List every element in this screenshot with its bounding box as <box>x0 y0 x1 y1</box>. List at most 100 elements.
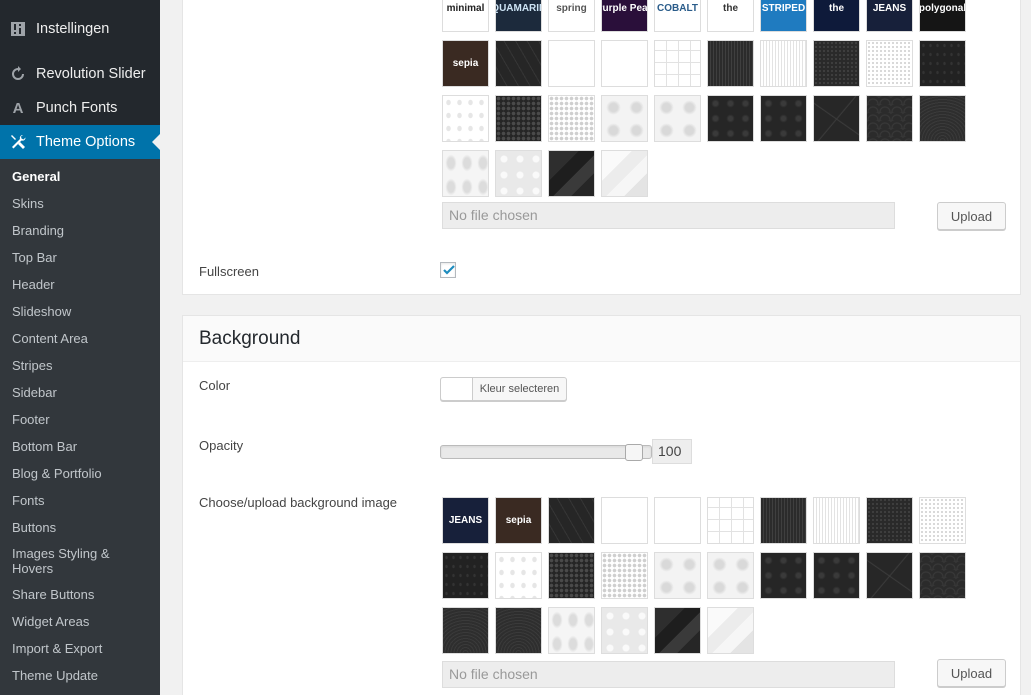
texture-swatch[interactable] <box>919 552 966 599</box>
submenu-item-branding[interactable]: Branding <box>0 217 160 244</box>
texture-swatch[interactable] <box>601 95 648 142</box>
texture-swatch[interactable] <box>919 40 966 87</box>
submenu-item-share-buttons[interactable]: Share Buttons <box>0 581 160 608</box>
submenu-item-skins[interactable]: Skins <box>0 190 160 217</box>
texture-swatch[interactable] <box>813 552 860 599</box>
submenu-item-general[interactable]: General <box>0 163 160 190</box>
texture-swatch[interactable] <box>601 40 648 87</box>
menu-item-revolution-slider[interactable]: Revolution Slider <box>0 57 160 91</box>
submenu-item-slideshow[interactable]: Slideshow <box>0 298 160 325</box>
menu-item-label: Punch Fonts <box>36 100 118 116</box>
submenu-item-widget-areas[interactable]: Widget Areas <box>0 608 160 635</box>
texture-swatch[interactable] <box>760 552 807 599</box>
submenu-item-import-export[interactable]: Import & Export <box>0 635 160 662</box>
skin-swatch[interactable]: STRIPED <box>760 0 807 32</box>
texture-swatch[interactable] <box>495 150 542 197</box>
submenu-item-theme-update[interactable]: Theme Update <box>0 662 160 689</box>
skin-swatch[interactable]: JEANS <box>442 497 489 544</box>
submenu-item-fonts[interactable]: Fonts <box>0 487 160 514</box>
skin-swatch-label: AQUAMARINE <box>496 3 541 14</box>
texture-swatch[interactable] <box>654 552 701 599</box>
texture-swatch[interactable] <box>548 552 595 599</box>
fullscreen-checkbox[interactable] <box>440 262 456 278</box>
texture-swatch[interactable] <box>495 552 542 599</box>
skin-swatch[interactable]: the <box>813 0 860 32</box>
texture-swatch[interactable] <box>495 95 542 142</box>
texture-swatch[interactable] <box>813 40 860 87</box>
opacity-slider[interactable] <box>440 444 652 461</box>
texture-swatch[interactable] <box>548 150 595 197</box>
texture-swatch[interactable] <box>866 552 913 599</box>
color-swatch <box>441 378 473 400</box>
texture-swatch[interactable] <box>442 150 489 197</box>
texture-swatch[interactable] <box>707 497 754 544</box>
upload-button[interactable]: Upload <box>937 202 1006 230</box>
menu-item-punch-fonts[interactable]: A Punch Fonts <box>0 91 160 125</box>
texture-swatch[interactable] <box>548 607 595 654</box>
opacity-value[interactable]: 100 <box>652 439 692 464</box>
file-field[interactable]: No file chosen <box>442 661 895 688</box>
texture-swatch[interactable] <box>707 607 754 654</box>
opacity-slider-handle[interactable] <box>625 444 644 461</box>
texture-swatch[interactable] <box>495 607 542 654</box>
submenu-item-top-bar[interactable]: Top Bar <box>0 244 160 271</box>
texture-swatch[interactable] <box>813 497 860 544</box>
submenu-item-content-area[interactable]: Content Area <box>0 325 160 352</box>
texture-swatch[interactable] <box>760 95 807 142</box>
texture-swatch[interactable] <box>495 40 542 87</box>
texture-swatch[interactable] <box>654 95 701 142</box>
texture-swatch[interactable] <box>548 40 595 87</box>
texture-swatch[interactable] <box>919 95 966 142</box>
texture-swatch[interactable] <box>654 607 701 654</box>
texture-swatch[interactable] <box>707 40 754 87</box>
skin-swatch[interactable]: COBALT <box>654 0 701 32</box>
menu-item-theme-options[interactable]: Theme Options <box>0 125 160 159</box>
texture-swatch[interactable] <box>919 497 966 544</box>
texture-swatch[interactable] <box>442 607 489 654</box>
texture-swatch[interactable] <box>760 40 807 87</box>
submenu-item-buttons[interactable]: Buttons <box>0 514 160 541</box>
submenu-item-blog-portfolio[interactable]: Blog & Portfolio <box>0 460 160 487</box>
skin-swatch-label: STRIPED <box>761 3 806 14</box>
file-field[interactable]: No file chosen <box>442 202 895 229</box>
submenu-item-sidebar[interactable]: Sidebar <box>0 379 160 406</box>
submenu-item-bottom-bar[interactable]: Bottom Bar <box>0 433 160 460</box>
skin-swatch[interactable]: minimal <box>442 0 489 32</box>
texture-swatch[interactable] <box>654 497 701 544</box>
texture-swatch[interactable] <box>707 552 754 599</box>
font-a-icon: A <box>12 99 24 117</box>
skin-swatch[interactable]: Purple Peak <box>601 0 648 32</box>
texture-swatch[interactable] <box>601 497 648 544</box>
submenu-item-footer[interactable]: Footer <box>0 406 160 433</box>
skin-swatch[interactable]: polygonal <box>919 0 966 32</box>
texture-swatch[interactable] <box>813 95 860 142</box>
skin-swatch[interactable]: AQUAMARINE <box>495 0 542 32</box>
menu-item-instellingen[interactable]: Instellingen <box>0 12 160 46</box>
texture-swatch[interactable] <box>601 552 648 599</box>
texture-swatch[interactable] <box>760 497 807 544</box>
texture-swatch[interactable] <box>601 150 648 197</box>
skin-swatch[interactable]: JEANS <box>866 0 913 32</box>
texture-swatch[interactable] <box>601 607 648 654</box>
texture-swatch[interactable] <box>442 552 489 599</box>
texture-swatch[interactable] <box>866 497 913 544</box>
refresh-icon <box>0 66 36 82</box>
submenu-item-stripes[interactable]: Stripes <box>0 352 160 379</box>
texture-swatch[interactable] <box>866 40 913 87</box>
skin-swatch[interactable]: spring <box>548 0 595 32</box>
texture-swatch[interactable] <box>707 95 754 142</box>
texture-swatch[interactable] <box>654 40 701 87</box>
color-picker-button[interactable]: Kleur selecteren <box>440 377 567 401</box>
skin-swatch[interactable]: the <box>707 0 754 32</box>
skin-swatch[interactable]: sepia <box>495 497 542 544</box>
texture-swatch[interactable] <box>548 95 595 142</box>
upload-button[interactable]: Upload <box>937 659 1006 687</box>
skin-swatch[interactable]: sepia <box>442 40 489 87</box>
skin-swatch-label: sepia <box>452 58 479 69</box>
texture-swatch[interactable] <box>442 95 489 142</box>
texture-swatch[interactable] <box>866 95 913 142</box>
submenu-item-images-styling-hovers[interactable]: Images Styling & Hovers <box>0 541 160 581</box>
opacity-label: Opacity <box>199 438 244 453</box>
texture-swatch[interactable] <box>548 497 595 544</box>
submenu-item-header[interactable]: Header <box>0 271 160 298</box>
